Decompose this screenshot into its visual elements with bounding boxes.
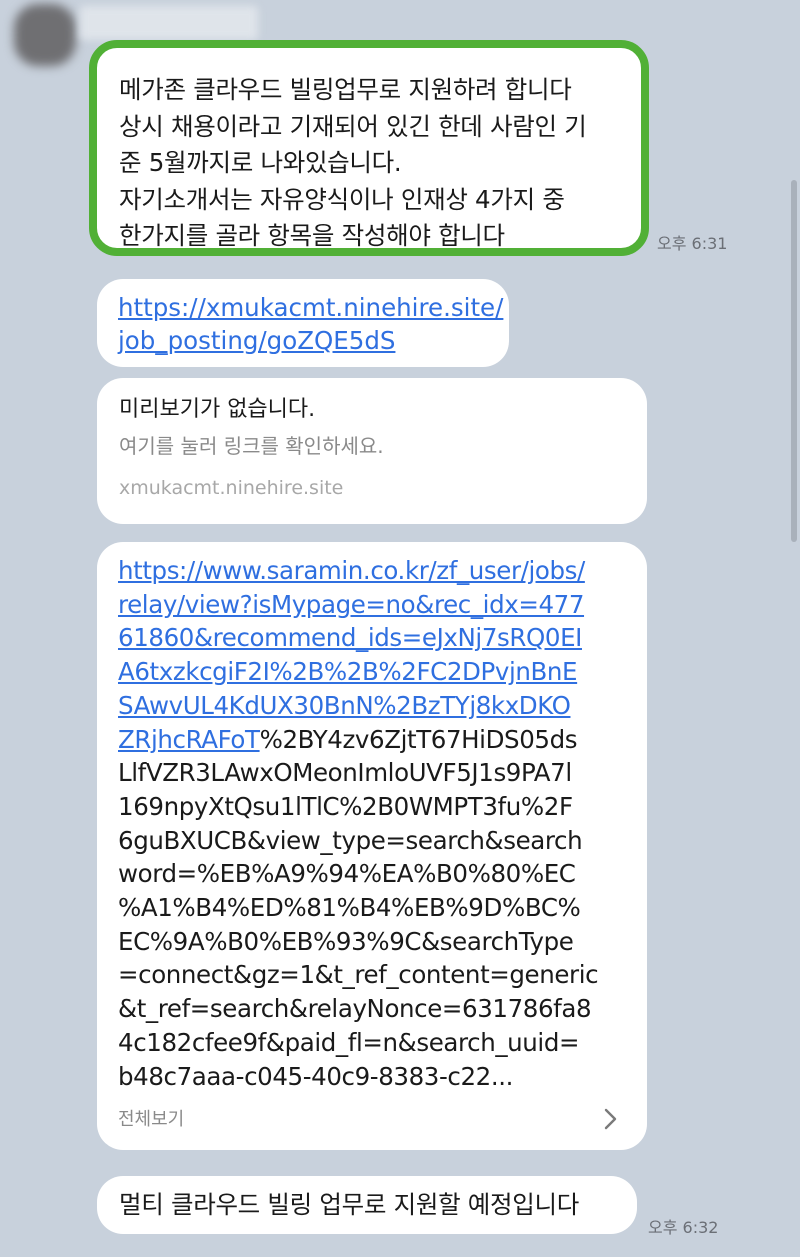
scrollbar[interactable] <box>791 180 797 542</box>
message-line: 메가존 클라우드 빌링업무로 지원하려 합니다 <box>119 75 572 104</box>
text-line: 4c182cfee9f&paid_fl=n&search_uuid= <box>118 1027 580 1057</box>
message-line: 상시 채용이라고 기재되어 있긴 한데 사람인 기 <box>119 111 587 141</box>
message-line: 자기소개서는 자유양식이나 인재상 4가지 중 <box>119 184 565 214</box>
link-line[interactable]: https://www.saramin.co.kr/zf_user/jobs/ <box>118 554 629 588</box>
message-text: 멀티 클라우드 빌링 업무로 지원할 예정입니다 <box>119 1190 579 1219</box>
preview-domain: xmukacmt.ninehire.site <box>119 477 344 499</box>
message-line: 준 5월까지로 나와있습니다. <box>119 148 402 177</box>
text-line: 169npyXtQsu1lTlC%2B0WMPT3fu%2F <box>118 791 573 821</box>
message-timestamp: 오후 6:32 <box>648 1218 719 1237</box>
mixed-line: ZRjhcRAFoT%2BY4zv6ZjtT67HiDS05ds <box>118 723 629 757</box>
message-text: 메가존 클라우드 빌링업무로 지원하려 합니다 상시 채용이라고 기재되어 있긴… <box>119 72 619 255</box>
message-line: 한가지를 골라 항목을 작성해야 합니다 <box>119 221 505 250</box>
link-line[interactable]: SAwvUL4KdUX30BnN%2BzTYj8kxDKO <box>118 689 629 723</box>
link-line-end[interactable]: ZRjhcRAFoT <box>118 725 260 754</box>
text-line: b48c7aaa-c045-40c9-8383-c22... <box>118 1061 514 1091</box>
link-line[interactable]: A6txzkcgiF2I%2B%2B%2FC2DPvjnBnE <box>118 655 629 689</box>
sender-name <box>80 6 258 40</box>
link-message-bubble[interactable]: https://xmukacmt.ninehire.site/ job_post… <box>97 279 509 367</box>
text-line: LlfVZR3LAwxOMeonImloUVF5J1s9PA7l <box>118 758 572 788</box>
text-line: 6guBXUCB&view_type=search&search <box>118 825 583 855</box>
text-line: EC%9A%B0%EB%93%9C&searchType <box>118 926 574 956</box>
text-line-start: %2BY4zv6ZjtT67HiDS05ds <box>259 724 578 754</box>
long-link-message-bubble[interactable]: https://www.saramin.co.kr/zf_user/jobs/ … <box>97 542 647 1150</box>
view-all-button[interactable]: 전체보기 <box>118 1105 184 1131</box>
sender-avatar[interactable] <box>14 4 76 66</box>
text-line: %A1%B4%ED%81%B4%EB%9D%BC% <box>118 893 581 923</box>
link-line[interactable]: https://xmukacmt.ninehire.site/ <box>118 291 503 324</box>
text-line: word=%EB%A9%94%EA%B0%80%EC <box>118 859 576 889</box>
long-link-text: https://www.saramin.co.kr/zf_user/jobs/ … <box>118 554 629 1093</box>
link-preview-card[interactable]: 미리보기가 없습니다. 여기를 눌러 링크를 확인하세요. xmukacmt.n… <box>97 378 647 524</box>
text-line: =connect&gz=1&t_ref_content=generic <box>118 960 599 990</box>
message-bubble-highlighted[interactable]: 메가존 클라우드 빌링업무로 지원하려 합니다 상시 채용이라고 기재되어 있긴… <box>89 40 649 256</box>
preview-title: 미리보기가 없습니다. <box>119 397 316 422</box>
preview-subtitle: 여기를 눌러 링크를 확인하세요. <box>119 434 384 458</box>
text-line: &t_ref=search&relayNonce=631786fa8 <box>118 994 592 1024</box>
link-line[interactable]: relay/view?isMypage=no&rec_idx=477 <box>118 588 629 622</box>
message-timestamp: 오후 6:31 <box>657 234 728 253</box>
message-bubble[interactable]: 멀티 클라우드 빌링 업무로 지원할 예정입니다 <box>97 1176 637 1234</box>
link-line[interactable]: job_posting/goZQE5dS <box>118 324 489 357</box>
link-line[interactable]: 61860&recommend_ids=eJxNj7sRQ0EI <box>118 621 629 655</box>
chevron-right-icon[interactable] <box>599 1107 621 1131</box>
